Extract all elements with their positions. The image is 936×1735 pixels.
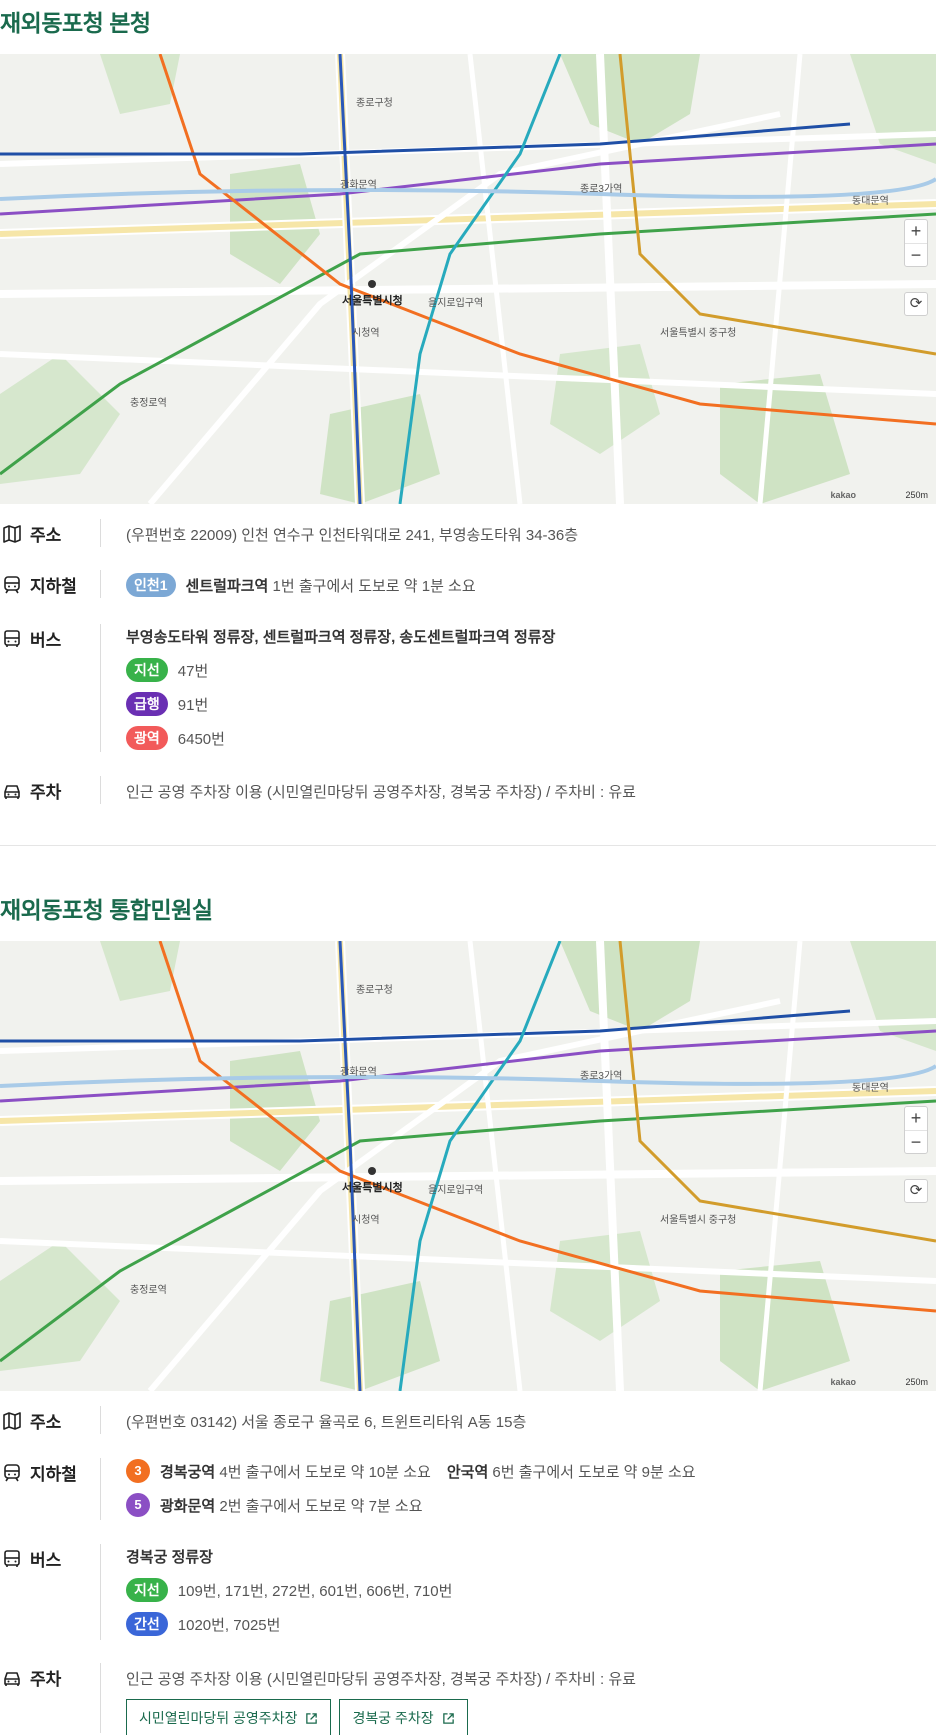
- bus-heading: 버스: [2, 626, 61, 651]
- map-icon: [3, 524, 21, 543]
- map-label-sicheong: 시청역: [352, 1215, 380, 1226]
- divider: [100, 624, 101, 752]
- map-label-jongno: 종로구청: [356, 98, 393, 109]
- parking-text: 인근 공영 주차장 이용 (시민열린마당뒤 공영주차장, 경복궁 주차장) / …: [126, 783, 636, 801]
- map-label-sicheong: 시청역: [352, 328, 380, 339]
- bus-type-badge: 급행: [126, 692, 168, 716]
- map-label-euljiro: 을지로입구역: [428, 298, 484, 309]
- bus-route: 지선 47번: [126, 657, 555, 683]
- line-5-badge: 5: [126, 1493, 150, 1517]
- divider: [100, 519, 101, 547]
- map-label-jongno: 종로구청: [356, 985, 393, 996]
- external-link-icon: [306, 1712, 318, 1724]
- bus-stops: 경복궁 정류장: [126, 1548, 213, 1566]
- zoom-out-button[interactable]: −: [905, 1130, 927, 1153]
- map-reset-button[interactable]: ⟳: [904, 1179, 928, 1203]
- map-label-euljiro: 을지로입구역: [428, 1185, 484, 1196]
- bus-route: 간선 1020번, 7025번: [126, 1611, 452, 1637]
- bus-route: 지선 109번, 171번, 272번, 601번, 606번, 710번: [126, 1577, 452, 1603]
- divider: [100, 776, 101, 804]
- map-label-city-hall: 서울특별시청: [342, 1182, 403, 1194]
- divider: [100, 1663, 101, 1733]
- divider: [100, 1458, 101, 1520]
- address-heading: 주소: [2, 1408, 61, 1433]
- bus-icon: [4, 1549, 20, 1567]
- subway-heading: 지하철: [2, 572, 77, 597]
- subway-line-5: 5 광화문역 2번 출구에서 도보로 약 7분 소요: [126, 1492, 696, 1518]
- bus-type-badge: 지선: [126, 658, 168, 682]
- subway-station: 센트럴파크역: [185, 577, 269, 595]
- map-logo: kakao: [830, 490, 856, 500]
- section2-title: 재외동포청 통합민원실: [0, 897, 213, 923]
- bus-route: 광역 6450번: [126, 725, 555, 751]
- address-heading: 주소: [2, 521, 61, 546]
- map-label-jongno3: 종로3가역: [580, 184, 623, 195]
- map-scale: 250m: [905, 490, 928, 500]
- subway-desc: 1번 출구에서 도보로 약 1분 소요: [272, 577, 476, 595]
- line-3-badge: 3: [126, 1459, 150, 1483]
- subway-heading: 지하철: [2, 1460, 77, 1485]
- map-label-dongdaemun: 동대문역: [852, 1083, 889, 1094]
- zoom-in-button[interactable]: +: [905, 1107, 927, 1130]
- map-label-chungjeongno: 충정로역: [130, 1285, 167, 1296]
- map-zoom-control: + −: [904, 1106, 928, 1154]
- divider: [100, 570, 101, 598]
- divider: [100, 1544, 101, 1640]
- bus-heading: 버스: [2, 1546, 61, 1571]
- map-reset-button[interactable]: ⟳: [904, 292, 928, 316]
- section-separator: [0, 845, 936, 846]
- external-link-icon: [442, 1712, 454, 1724]
- gyeongbokgung-parking-link[interactable]: 경복궁 주차장: [339, 1699, 468, 1735]
- car-icon: [4, 1671, 20, 1686]
- address-text: (우편번호 03142) 서울 종로구 율곡로 6, 트윈트리타워 A동 15층: [126, 1413, 527, 1431]
- map-label-jung-gu: 서울특별시 중구청: [660, 328, 737, 339]
- map-label-city-hall: 서울특별시청: [342, 295, 403, 307]
- parking-heading: 주차: [2, 778, 61, 803]
- bus-type-badge: 광역: [126, 726, 168, 750]
- map-label-gwanghwamun: 광화문역: [340, 1067, 377, 1078]
- divider: [100, 1406, 101, 1434]
- car-icon: [4, 784, 20, 799]
- subway-line-3: 3 경복궁역 4번 출구에서 도보로 약 10분 소요 안국역 6번 출구에서 …: [126, 1458, 696, 1484]
- zoom-out-button[interactable]: −: [905, 243, 927, 266]
- map-icon: [3, 1411, 21, 1430]
- subway-icon: [4, 575, 20, 593]
- address-text: (우편번호 22009) 인천 연수구 인천타워대로 241, 부영송도타워 3…: [126, 526, 579, 544]
- map-section1[interactable]: 서울특별시청 종로구청 시청역 을지로입구역 종로3가역 광화문역 동대문역 충…: [0, 54, 936, 504]
- bus-icon: [4, 629, 20, 647]
- map-label-chungjeongno: 충정로역: [130, 398, 167, 409]
- map-label-jung-gu: 서울특별시 중구청: [660, 1215, 737, 1226]
- map-label-jongno3: 종로3가역: [580, 1071, 623, 1082]
- parking-text: 인근 공영 주차장 이용 (시민열린마당뒤 공영주차장, 경복궁 주차장) / …: [126, 1670, 636, 1688]
- parking-heading: 주차: [2, 1665, 61, 1690]
- map-scale: 250m: [905, 1377, 928, 1387]
- section1-title: 재외동포청 본청: [0, 10, 151, 36]
- bus-type-badge: 간선: [126, 1612, 168, 1636]
- civic-plaza-parking-link[interactable]: 시민열린마당뒤 공영주차장: [126, 1699, 332, 1735]
- subway-icon: [4, 1463, 20, 1481]
- map-label-gwanghwamun: 광화문역: [340, 180, 377, 191]
- bus-route: 급행 91번: [126, 691, 555, 717]
- map-section2[interactable]: 서울특별시청 종로구청 시청역 을지로입구역 종로3가역 광화문역 동대문역 충…: [0, 941, 936, 1391]
- map-zoom-control: + −: [904, 219, 928, 267]
- bus-type-badge: 지선: [126, 1578, 168, 1602]
- map-label-dongdaemun: 동대문역: [852, 196, 889, 207]
- map-logo: kakao: [830, 1377, 856, 1387]
- bus-stops: 부영송도타워 정류장, 센트럴파크역 정류장, 송도센트럴파크역 정류장: [126, 628, 556, 646]
- zoom-in-button[interactable]: +: [905, 220, 927, 243]
- incheon1-line-badge: 인천1: [126, 573, 176, 597]
- parking-links: 시민열린마당뒤 공영주차장 경복궁 주차장: [126, 1699, 636, 1735]
- map-background: [0, 941, 936, 1391]
- map-background: [0, 54, 936, 504]
